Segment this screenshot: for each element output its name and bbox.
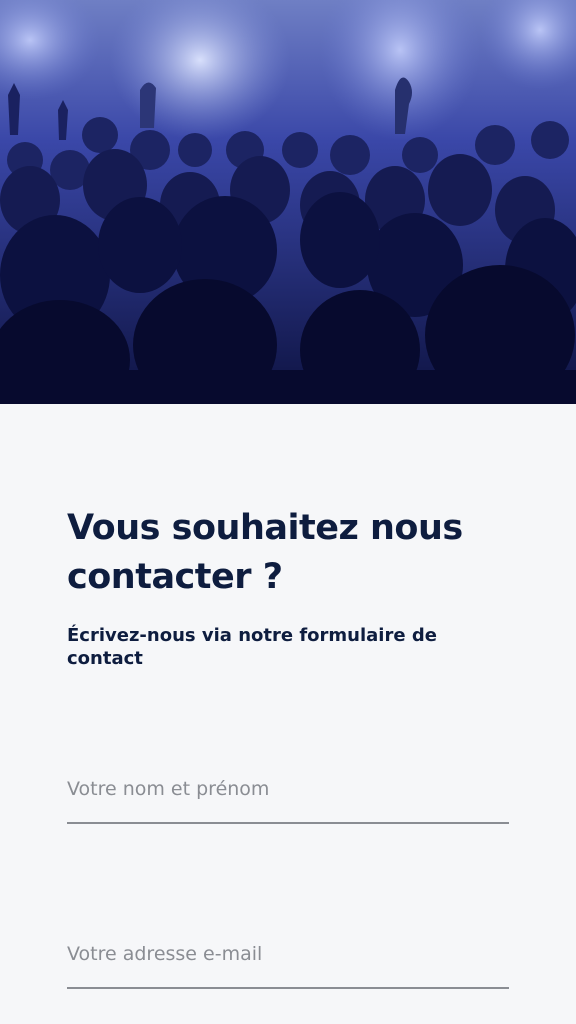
name-field[interactable] <box>67 762 509 824</box>
email-field[interactable] <box>67 927 509 989</box>
page-title: Vous souhaitez nous contacter ? <box>67 508 463 597</box>
email-input[interactable] <box>67 943 509 965</box>
page-subtitle: Écrivez-nous via notre formulaire de con… <box>67 625 437 669</box>
hero-concert-image <box>0 0 576 404</box>
concert-crowd-illustration <box>0 0 576 404</box>
contact-section: Vous souhaitez nous contacter ? Écrivez-… <box>0 404 576 1024</box>
name-input[interactable] <box>67 778 509 800</box>
